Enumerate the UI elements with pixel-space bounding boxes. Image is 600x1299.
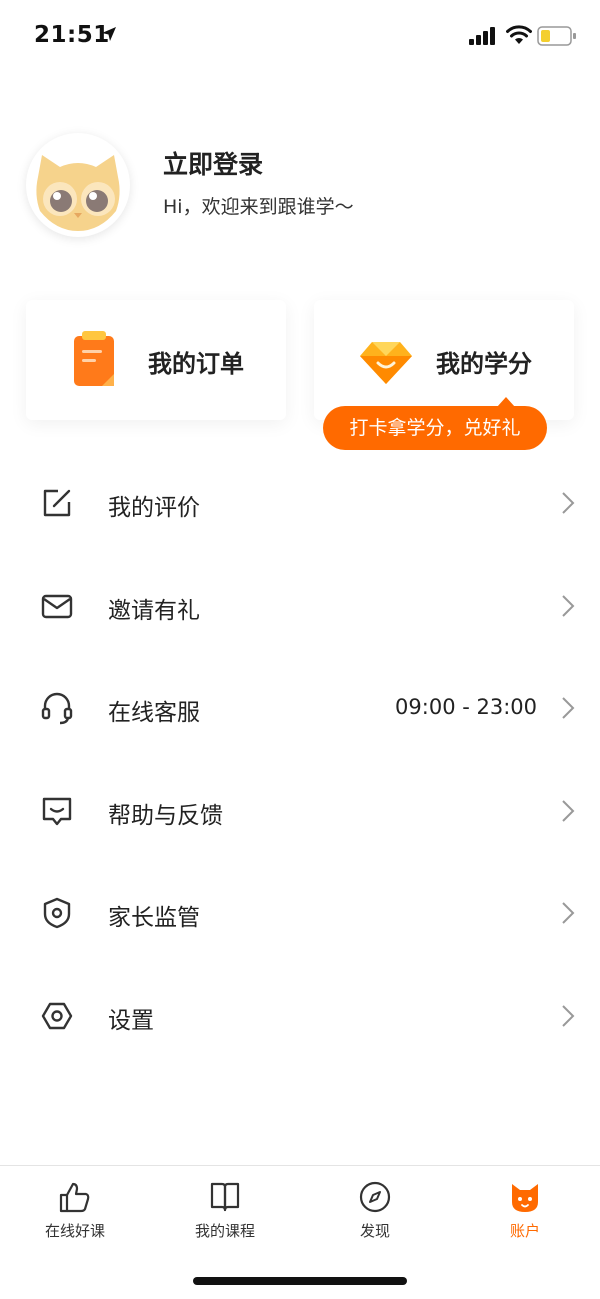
home-indicator[interactable] bbox=[193, 1277, 407, 1285]
credits-promo-tooltip[interactable]: 打卡拿学分，兑好礼 bbox=[323, 397, 547, 450]
menu-item-reviews[interactable]: 我的评价 bbox=[0, 452, 600, 555]
tab-label: 我的课程 bbox=[194, 1222, 255, 1240]
order-clipboard-icon bbox=[74, 331, 114, 386]
tab-label: 在线好课 bbox=[44, 1222, 105, 1240]
menu-label-customer-service: 在线客服 bbox=[108, 700, 200, 727]
status-time: 21:51 bbox=[34, 22, 110, 48]
status-bar: 21:51 bbox=[0, 0, 600, 80]
my-credits-card[interactable]: 我的学分 bbox=[314, 300, 574, 420]
compass-icon bbox=[359, 1181, 391, 1213]
menu-item-parental-control[interactable]: 家长监管 bbox=[0, 862, 600, 965]
menu-label-invite: 邀请有礼 bbox=[108, 597, 200, 624]
welcome-text: Hi，欢迎来到跟谁学～ bbox=[163, 196, 354, 218]
tab-my-courses[interactable]: 我的课程 bbox=[170, 1180, 280, 1241]
chevron-right-icon bbox=[562, 800, 575, 822]
tab-account[interactable]: 账户 bbox=[470, 1180, 580, 1241]
owl-avatar-icon bbox=[36, 155, 120, 231]
chevron-right-icon bbox=[562, 1005, 575, 1027]
login-title[interactable]: 立即登录 bbox=[163, 145, 263, 181]
menu-item-invite[interactable]: 邀请有礼 bbox=[0, 555, 600, 658]
envelope-icon bbox=[41, 594, 73, 618]
thumbs-up-icon bbox=[59, 1182, 90, 1213]
battery-icon bbox=[537, 26, 576, 46]
menu-label-settings: 设置 bbox=[108, 1007, 154, 1034]
tab-label: 账户 bbox=[509, 1222, 540, 1240]
cellular-signal-icon bbox=[469, 27, 495, 45]
chevron-right-icon bbox=[562, 902, 575, 925]
tab-online-courses[interactable]: 在线好课 bbox=[20, 1180, 130, 1241]
menu-item-customer-service[interactable]: 在线客服 09:00 - 23:00 bbox=[0, 657, 600, 760]
chevron-right-icon bbox=[562, 492, 575, 514]
tab-label: 发现 bbox=[359, 1222, 390, 1240]
diamond-icon bbox=[360, 342, 412, 384]
menu-list: 我的评价 邀请有礼 在线客服 09:00 - 23:00 帮助与反馈 家长监管 … bbox=[0, 452, 600, 1068]
shield-icon bbox=[43, 898, 71, 929]
menu-label-parental-control: 家长监管 bbox=[108, 905, 200, 932]
settings-icon bbox=[41, 1002, 73, 1030]
menu-label-help-feedback: 帮助与反馈 bbox=[108, 802, 223, 829]
my-orders-card[interactable]: 我的订单 bbox=[26, 300, 286, 420]
my-credits-label: 我的学分 bbox=[436, 350, 532, 378]
menu-label-reviews: 我的评价 bbox=[108, 495, 200, 521]
my-orders-label: 我的订单 bbox=[148, 350, 244, 378]
chevron-right-icon bbox=[562, 697, 575, 719]
service-hours: 09:00 - 23:00 bbox=[395, 695, 537, 720]
chevron-right-icon bbox=[562, 594, 575, 617]
wifi-icon bbox=[506, 25, 532, 44]
book-icon bbox=[210, 1182, 240, 1212]
feedback-icon bbox=[42, 797, 72, 825]
tab-discover[interactable]: 发现 bbox=[320, 1180, 430, 1241]
headset-icon bbox=[41, 692, 73, 725]
location-arrow-icon bbox=[102, 27, 116, 41]
avatar[interactable] bbox=[26, 133, 130, 237]
edit-icon bbox=[43, 489, 71, 517]
cat-icon bbox=[512, 1184, 538, 1212]
menu-item-settings[interactable]: 设置 bbox=[0, 965, 600, 1068]
menu-item-help-feedback[interactable]: 帮助与反馈 bbox=[0, 760, 600, 863]
